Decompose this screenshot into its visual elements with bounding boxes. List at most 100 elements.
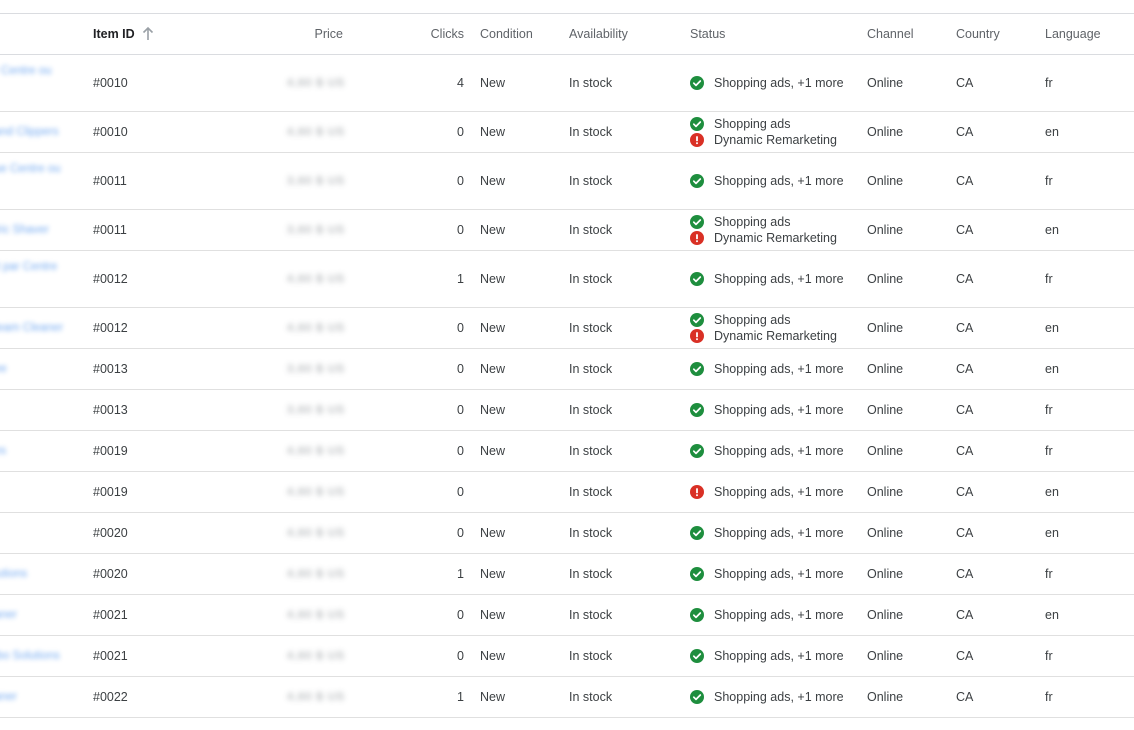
table-row[interactable]: tric Shaver #0011 3,60 $ US 0 New In stock Sho… bbox=[0, 210, 1134, 251]
product-title-link[interactable]: tric Shaver bbox=[0, 210, 80, 250]
check-circle-icon bbox=[690, 174, 704, 188]
product-title-text[interactable]: ibo Solutions bbox=[0, 650, 60, 662]
table-row[interactable]: #0020 4,60 $ US 0 New In stock Shopping ads, … bbox=[0, 513, 1134, 554]
product-title-text[interactable]: aner bbox=[0, 609, 17, 621]
column-header-clicks[interactable]: Clicks bbox=[400, 14, 464, 54]
table-row[interactable]: it par Centre #0012 4,60 $ US 1 New In stock S… bbox=[0, 251, 1134, 308]
status-cell[interactable]: Shopping ads Dynamic Remarketing bbox=[690, 112, 837, 152]
column-header-item-id[interactable]: Item ID bbox=[93, 14, 135, 54]
status-cell[interactable]: Shopping ads, +1 more bbox=[690, 55, 844, 111]
status-cell[interactable]: Shopping ads, +1 more bbox=[690, 513, 844, 553]
arrow-up-icon[interactable] bbox=[141, 26, 155, 42]
status-line[interactable]: Dynamic Remarketing bbox=[690, 132, 837, 148]
table-row[interactable]: aner #0022 4,60 $ US 1 New In stock Shopping a… bbox=[0, 677, 1134, 718]
status-line[interactable]: Shopping ads, +1 more bbox=[690, 566, 844, 582]
language-cell: fr bbox=[1045, 649, 1053, 663]
column-header-country[interactable]: Country bbox=[956, 14, 1000, 54]
status-line[interactable]: Shopping ads, +1 more bbox=[690, 361, 844, 377]
product-title-link[interactable] bbox=[0, 513, 80, 553]
status-cell[interactable]: Shopping ads, +1 more bbox=[690, 595, 844, 635]
column-header-channel[interactable]: Channel bbox=[867, 14, 914, 54]
status-cell[interactable]: Shopping ads, +1 more bbox=[690, 349, 844, 389]
status-cell[interactable]: Shopping ads, +1 more bbox=[690, 677, 844, 717]
product-title-text[interactable]: r Centre ou bbox=[0, 65, 52, 77]
product-title-link[interactable]: ibo Solutions bbox=[0, 636, 80, 676]
status-line[interactable]: Shopping ads, +1 more bbox=[690, 173, 844, 189]
status-cell[interactable]: Shopping ads Dynamic Remarketing bbox=[690, 308, 837, 348]
status-line[interactable]: Shopping ads, +1 more bbox=[690, 484, 844, 500]
table-row[interactable]: team Cleaner #0012 4,60 $ US 0 New In stock Sh… bbox=[0, 308, 1134, 349]
status-line[interactable]: Shopping ads, +1 more bbox=[690, 689, 844, 705]
status-text: Shopping ads, +1 more bbox=[714, 272, 844, 286]
status-line[interactable]: Dynamic Remarketing bbox=[690, 230, 837, 246]
status-line[interactable]: Shopping ads bbox=[690, 116, 790, 132]
condition-cell: New bbox=[480, 526, 506, 540]
table-row[interactable]: #0013 3,60 $ US 0 New In stock Shopping ads, … bbox=[0, 390, 1134, 431]
table-row[interactable]: r Centre ou #0010 4,60 $ US 4 New In stock Sho… bbox=[0, 55, 1134, 112]
status-cell[interactable]: Shopping ads, +1 more bbox=[690, 153, 844, 209]
product-title-link[interactable] bbox=[0, 472, 80, 512]
channel-cell: Online bbox=[867, 485, 904, 499]
country-cell: CA bbox=[956, 321, 974, 335]
status-cell[interactable]: Shopping ads, +1 more bbox=[690, 390, 844, 430]
status-cell[interactable]: Shopping ads, +1 more bbox=[690, 472, 844, 512]
column-header-condition[interactable]: Condition bbox=[480, 14, 533, 54]
channel-cell: Online bbox=[867, 125, 904, 139]
column-header-price[interactable]: Price bbox=[250, 14, 343, 54]
product-title-text[interactable]: and Clippers bbox=[0, 126, 59, 138]
table-row[interactable]: ee #0013 3,60 $ US 0 New In stock Shopping ads… bbox=[0, 349, 1134, 390]
product-title-text[interactable]: team Cleaner bbox=[0, 322, 63, 334]
language-cell: en bbox=[1045, 125, 1059, 139]
status-line[interactable]: Shopping ads bbox=[690, 214, 790, 230]
table-row[interactable]: ue Centre ou #0011 3,60 $ US 0 New In stock Sh… bbox=[0, 153, 1134, 210]
product-title-text[interactable]: it par Centre bbox=[0, 261, 57, 273]
availability-cell: In stock bbox=[569, 690, 613, 704]
channel-cell: Online bbox=[867, 76, 904, 90]
table-row[interactable]: and Clippers #0010 4,60 $ US 0 New In stock Sh… bbox=[0, 112, 1134, 153]
table-row[interactable]: #0019 4,60 $ US 0 In stock Shopping ads, +1 … bbox=[0, 472, 1134, 513]
product-title-link[interactable]: aner bbox=[0, 595, 80, 635]
status-line[interactable]: Shopping ads, +1 more bbox=[690, 607, 844, 623]
status-line[interactable]: Shopping ads, +1 more bbox=[690, 75, 844, 91]
product-title-text[interactable]: ue Centre ou bbox=[0, 163, 61, 175]
status-line[interactable]: Shopping ads, +1 more bbox=[690, 402, 844, 418]
status-line[interactable]: Shopping ads bbox=[690, 312, 790, 328]
status-cell[interactable]: Shopping ads Dynamic Remarketing bbox=[690, 210, 837, 250]
status-cell[interactable]: Shopping ads, +1 more bbox=[690, 636, 844, 676]
product-title-link[interactable]: lutions bbox=[0, 554, 80, 594]
price-cell: 3,60 $ US bbox=[250, 210, 345, 250]
column-header-status[interactable]: Status bbox=[690, 14, 725, 54]
table-row[interactable]: aner #0021 4,60 $ US 0 New In stock Shopping a… bbox=[0, 595, 1134, 636]
product-title-text[interactable]: tric Shaver bbox=[0, 224, 49, 236]
product-title-text[interactable]: aner bbox=[0, 691, 17, 703]
product-title-link[interactable]: and Clippers bbox=[0, 112, 80, 152]
product-title-link[interactable]: aner bbox=[0, 677, 80, 717]
product-title-text[interactable]: es bbox=[0, 445, 6, 457]
table-row[interactable]: ibo Solutions #0021 4,60 $ US 0 New In stock S… bbox=[0, 636, 1134, 677]
status-cell[interactable]: Shopping ads, +1 more bbox=[690, 554, 844, 594]
product-title-link[interactable]: es bbox=[0, 431, 80, 471]
clicks-cell: 0 bbox=[457, 649, 464, 663]
product-title-text[interactable]: lutions bbox=[0, 568, 27, 580]
condition-cell: New bbox=[480, 272, 506, 286]
column-header-language[interactable]: Language bbox=[1045, 14, 1101, 54]
product-title-link[interactable]: ee bbox=[0, 349, 80, 389]
status-cell[interactable]: Shopping ads, +1 more bbox=[690, 431, 844, 471]
status-line[interactable]: Shopping ads, +1 more bbox=[690, 525, 844, 541]
status-line[interactable]: Shopping ads, +1 more bbox=[690, 271, 844, 287]
product-title-text[interactable]: ee bbox=[0, 363, 7, 375]
status-line[interactable]: Shopping ads, +1 more bbox=[690, 648, 844, 664]
status-line[interactable]: Shopping ads, +1 more bbox=[690, 443, 844, 459]
product-title-link[interactable]: it par Centre bbox=[0, 251, 80, 307]
country-cell: CA bbox=[956, 125, 974, 139]
table-row[interactable]: es #0019 4,60 $ US 0 New In stock Shopping ads… bbox=[0, 431, 1134, 472]
status-cell[interactable]: Shopping ads, +1 more bbox=[690, 251, 844, 307]
status-line[interactable]: Dynamic Remarketing bbox=[690, 328, 837, 344]
condition-cell: New bbox=[480, 174, 506, 188]
table-row[interactable]: lutions #0020 4,60 $ US 1 New In stock Shoppin… bbox=[0, 554, 1134, 595]
product-title-link[interactable]: ue Centre ou bbox=[0, 153, 80, 209]
product-title-link[interactable]: team Cleaner bbox=[0, 308, 80, 348]
column-header-availability[interactable]: Availability bbox=[569, 14, 628, 54]
product-title-link[interactable]: r Centre ou bbox=[0, 55, 80, 111]
product-title-link[interactable] bbox=[0, 390, 80, 430]
